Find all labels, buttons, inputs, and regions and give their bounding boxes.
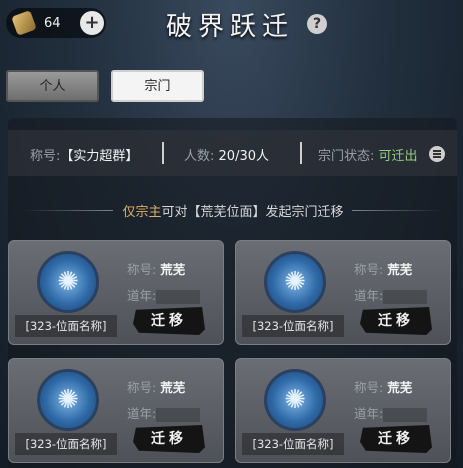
currency-display: 64 +	[6, 8, 106, 38]
plane-title-value: 荒芜	[160, 262, 186, 277]
plane-title-label: 称号:	[354, 380, 384, 395]
tab-sect[interactable]: 宗门	[111, 70, 204, 102]
sect-title-info: 称号:【实力超群】	[30, 145, 138, 164]
scroll-currency-icon	[11, 10, 37, 36]
migrate-button[interactable]: 迁移	[133, 425, 205, 453]
member-count-label: 人数:	[184, 149, 215, 164]
member-count-value: 20/30人	[218, 149, 269, 164]
plane-emblem-icon: ✺	[37, 369, 99, 431]
plane-name: [323-位面名称]	[242, 433, 344, 455]
currency-amount: 64	[44, 15, 61, 31]
plane-year-label: 道年:	[127, 406, 157, 421]
migrate-button[interactable]: 迁移	[133, 307, 205, 335]
plane-title: 称号: 荒芜	[127, 377, 185, 396]
add-currency-button[interactable]: +	[80, 11, 104, 35]
sect-status-value: 可迁出	[378, 149, 418, 164]
plane-year: 道年:	[127, 285, 201, 304]
plane-title-value: 荒芜	[387, 262, 413, 277]
plane-emblem-icon: ✺	[37, 251, 99, 313]
plane-title-label: 称号:	[354, 262, 384, 277]
plane-name: [323-位面名称]	[242, 315, 344, 337]
member-count-info: 人数: 20/30人	[184, 145, 269, 164]
plane-title-label: 称号:	[127, 262, 157, 277]
plane-card: ✺ [323-位面名称] 称号: 荒芜 道年: 迁移	[235, 240, 451, 345]
sect-status-info: 宗门状态: 可迁出	[318, 145, 418, 164]
tab-personal[interactable]: 个人	[6, 70, 99, 102]
plane-emblem-icon: ✺	[264, 251, 326, 313]
plane-name: [323-位面名称]	[15, 433, 117, 455]
sect-info-bar: 称号:【实力超群】 人数: 20/30人 宗门状态: 可迁出	[8, 130, 457, 176]
plane-title: 称号: 荒芜	[354, 259, 412, 278]
divider	[300, 142, 302, 164]
sect-migration-panel: 称号:【实力超群】 人数: 20/30人 宗门状态: 可迁出 仅宗主可对【荒芜位…	[8, 118, 457, 468]
sect-status-label: 宗门状态:	[318, 149, 375, 164]
plane-title-label: 称号:	[127, 380, 157, 395]
plane-title: 称号: 荒芜	[354, 377, 412, 396]
plane-card: ✺ [323-位面名称] 称号: 荒芜 道年: 迁移	[8, 358, 224, 463]
list-icon[interactable]	[429, 146, 445, 162]
plane-title-value: 荒芜	[387, 380, 413, 395]
page-title: 破界跃迁	[165, 12, 294, 42]
plane-year-label: 道年:	[127, 288, 157, 303]
plane-card: ✺ [323-位面名称] 称号: 荒芜 道年: 迁移	[8, 240, 224, 345]
divider	[162, 142, 164, 164]
notice-highlight: 仅宗主	[122, 205, 162, 220]
plane-title-value: 荒芜	[160, 380, 186, 395]
sect-title-value: 【实力超群】	[60, 149, 139, 164]
plane-year-label: 道年:	[354, 288, 384, 303]
migrate-button[interactable]: 迁移	[360, 307, 432, 335]
plane-name: [323-位面名称]	[15, 315, 117, 337]
migrate-button[interactable]: 迁移	[360, 425, 432, 453]
notice-divider-left	[23, 210, 113, 211]
plane-year: 道年:	[354, 285, 428, 304]
plane-year: 道年:	[127, 403, 201, 422]
plane-year: 道年:	[354, 403, 428, 422]
sect-title-label: 称号:	[30, 149, 61, 164]
plane-card: ✺ [323-位面名称] 称号: 荒芜 道年: 迁移	[235, 358, 451, 463]
plane-title: 称号: 荒芜	[127, 259, 185, 278]
notice-divider-right	[352, 210, 442, 211]
migration-notice: 仅宗主可对【荒芜位面】发起宗门迁移	[113, 201, 353, 220]
help-icon[interactable]: ?	[307, 14, 327, 34]
plane-emblem-icon: ✺	[264, 369, 326, 431]
plane-year-label: 道年:	[354, 406, 384, 421]
notice-text: 可对【荒芜位面】发起宗门迁移	[161, 205, 344, 220]
